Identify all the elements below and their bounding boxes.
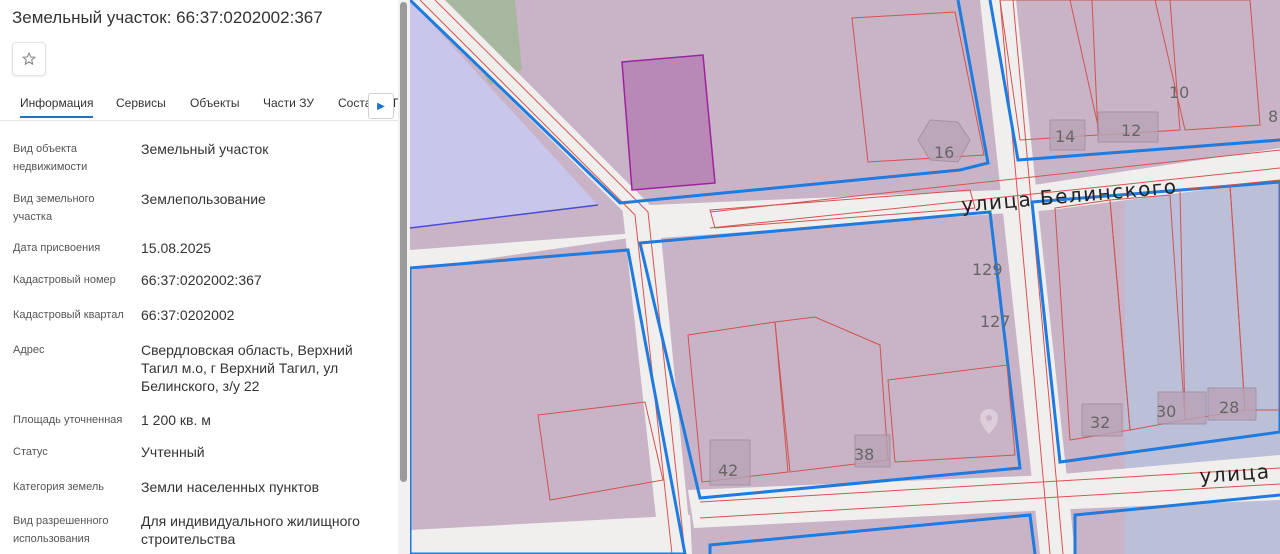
star-outline-icon [22,52,36,65]
field-label: Кадастровый номер [13,274,116,286]
cadastral-map[interactable]: 16 14 12 10 8 129 127 42 38 32 30 28 ули… [410,0,1280,554]
field-label: Дата присвоения [13,242,101,254]
tabs-bar: Информация Сервисы Объекты Части ЗУ Сост… [0,92,398,121]
house-number-label: 14 [1055,127,1075,146]
tab-composition[interactable]: Соста [338,96,371,110]
selected-parcel[interactable] [621,54,716,191]
field-label: Кадастровый квартал [13,309,124,321]
page-title: Земельный участок: 66:37:0202002:367 [12,8,323,27]
field-value: Земли населенных пунктов [141,479,320,495]
field-value: Для индивидуального жилищного строительс… [141,513,360,547]
favorite-button[interactable] [12,42,46,76]
field-label: Категория земель [13,481,104,493]
house-number-label: 32 [1090,413,1110,432]
field-value[interactable]: 66:37:0202002:367 [141,271,381,289]
house-number-label: 38 [854,445,874,464]
field-value[interactable]: 66:37:0202002 [141,306,381,324]
tabs-next-button[interactable]: ▶ [368,93,394,119]
house-number-label: 8 [1268,107,1278,126]
field-value: 1 200 кв. м [141,412,211,428]
field-value: Землепользование [141,191,266,207]
tab-info[interactable]: Информация [20,96,94,118]
house-number-label: 42 [718,461,738,480]
tab-parts[interactable]: Части ЗУ [263,96,314,110]
field-label: Площадь уточненная [13,414,123,426]
house-number-label: 10 [1169,83,1189,102]
house-number-label: 12 [1121,121,1141,140]
field-label: Вид объекта недвижимости [13,143,88,173]
field-value: Учтенный [141,444,205,460]
field-value: 15.08.2025 [141,240,212,256]
street-label: улица [1199,459,1272,488]
house-number-label: 129 [972,260,1003,279]
field-label: Вид земельного участка [13,193,95,223]
chevron-right-icon: ▶ [377,100,385,112]
field-value: Земельный участок [141,141,269,157]
field-label: Адрес [13,344,45,356]
field-value: Свердловская область, Верхний Тагил м.о,… [141,342,353,394]
field-label: Вид разрешенного использования [13,515,109,545]
house-number-label: 127 [980,312,1011,331]
info-panel: Земельный участок: 66:37:0202002:367 Инф… [0,0,398,554]
map-canvas[interactable]: 16 14 12 10 8 129 127 42 38 32 30 28 ули… [410,0,1280,554]
panel-scrollbar[interactable] [398,0,410,554]
house-number-label: 16 [934,143,954,162]
house-number-label: 30 [1156,402,1176,421]
tab-services[interactable]: Сервисы [116,96,166,110]
scrollbar-thumb[interactable] [400,2,407,482]
tab-objects[interactable]: Объекты [190,96,240,110]
field-label: Статус [13,446,48,458]
house-number-label: 28 [1219,398,1239,417]
